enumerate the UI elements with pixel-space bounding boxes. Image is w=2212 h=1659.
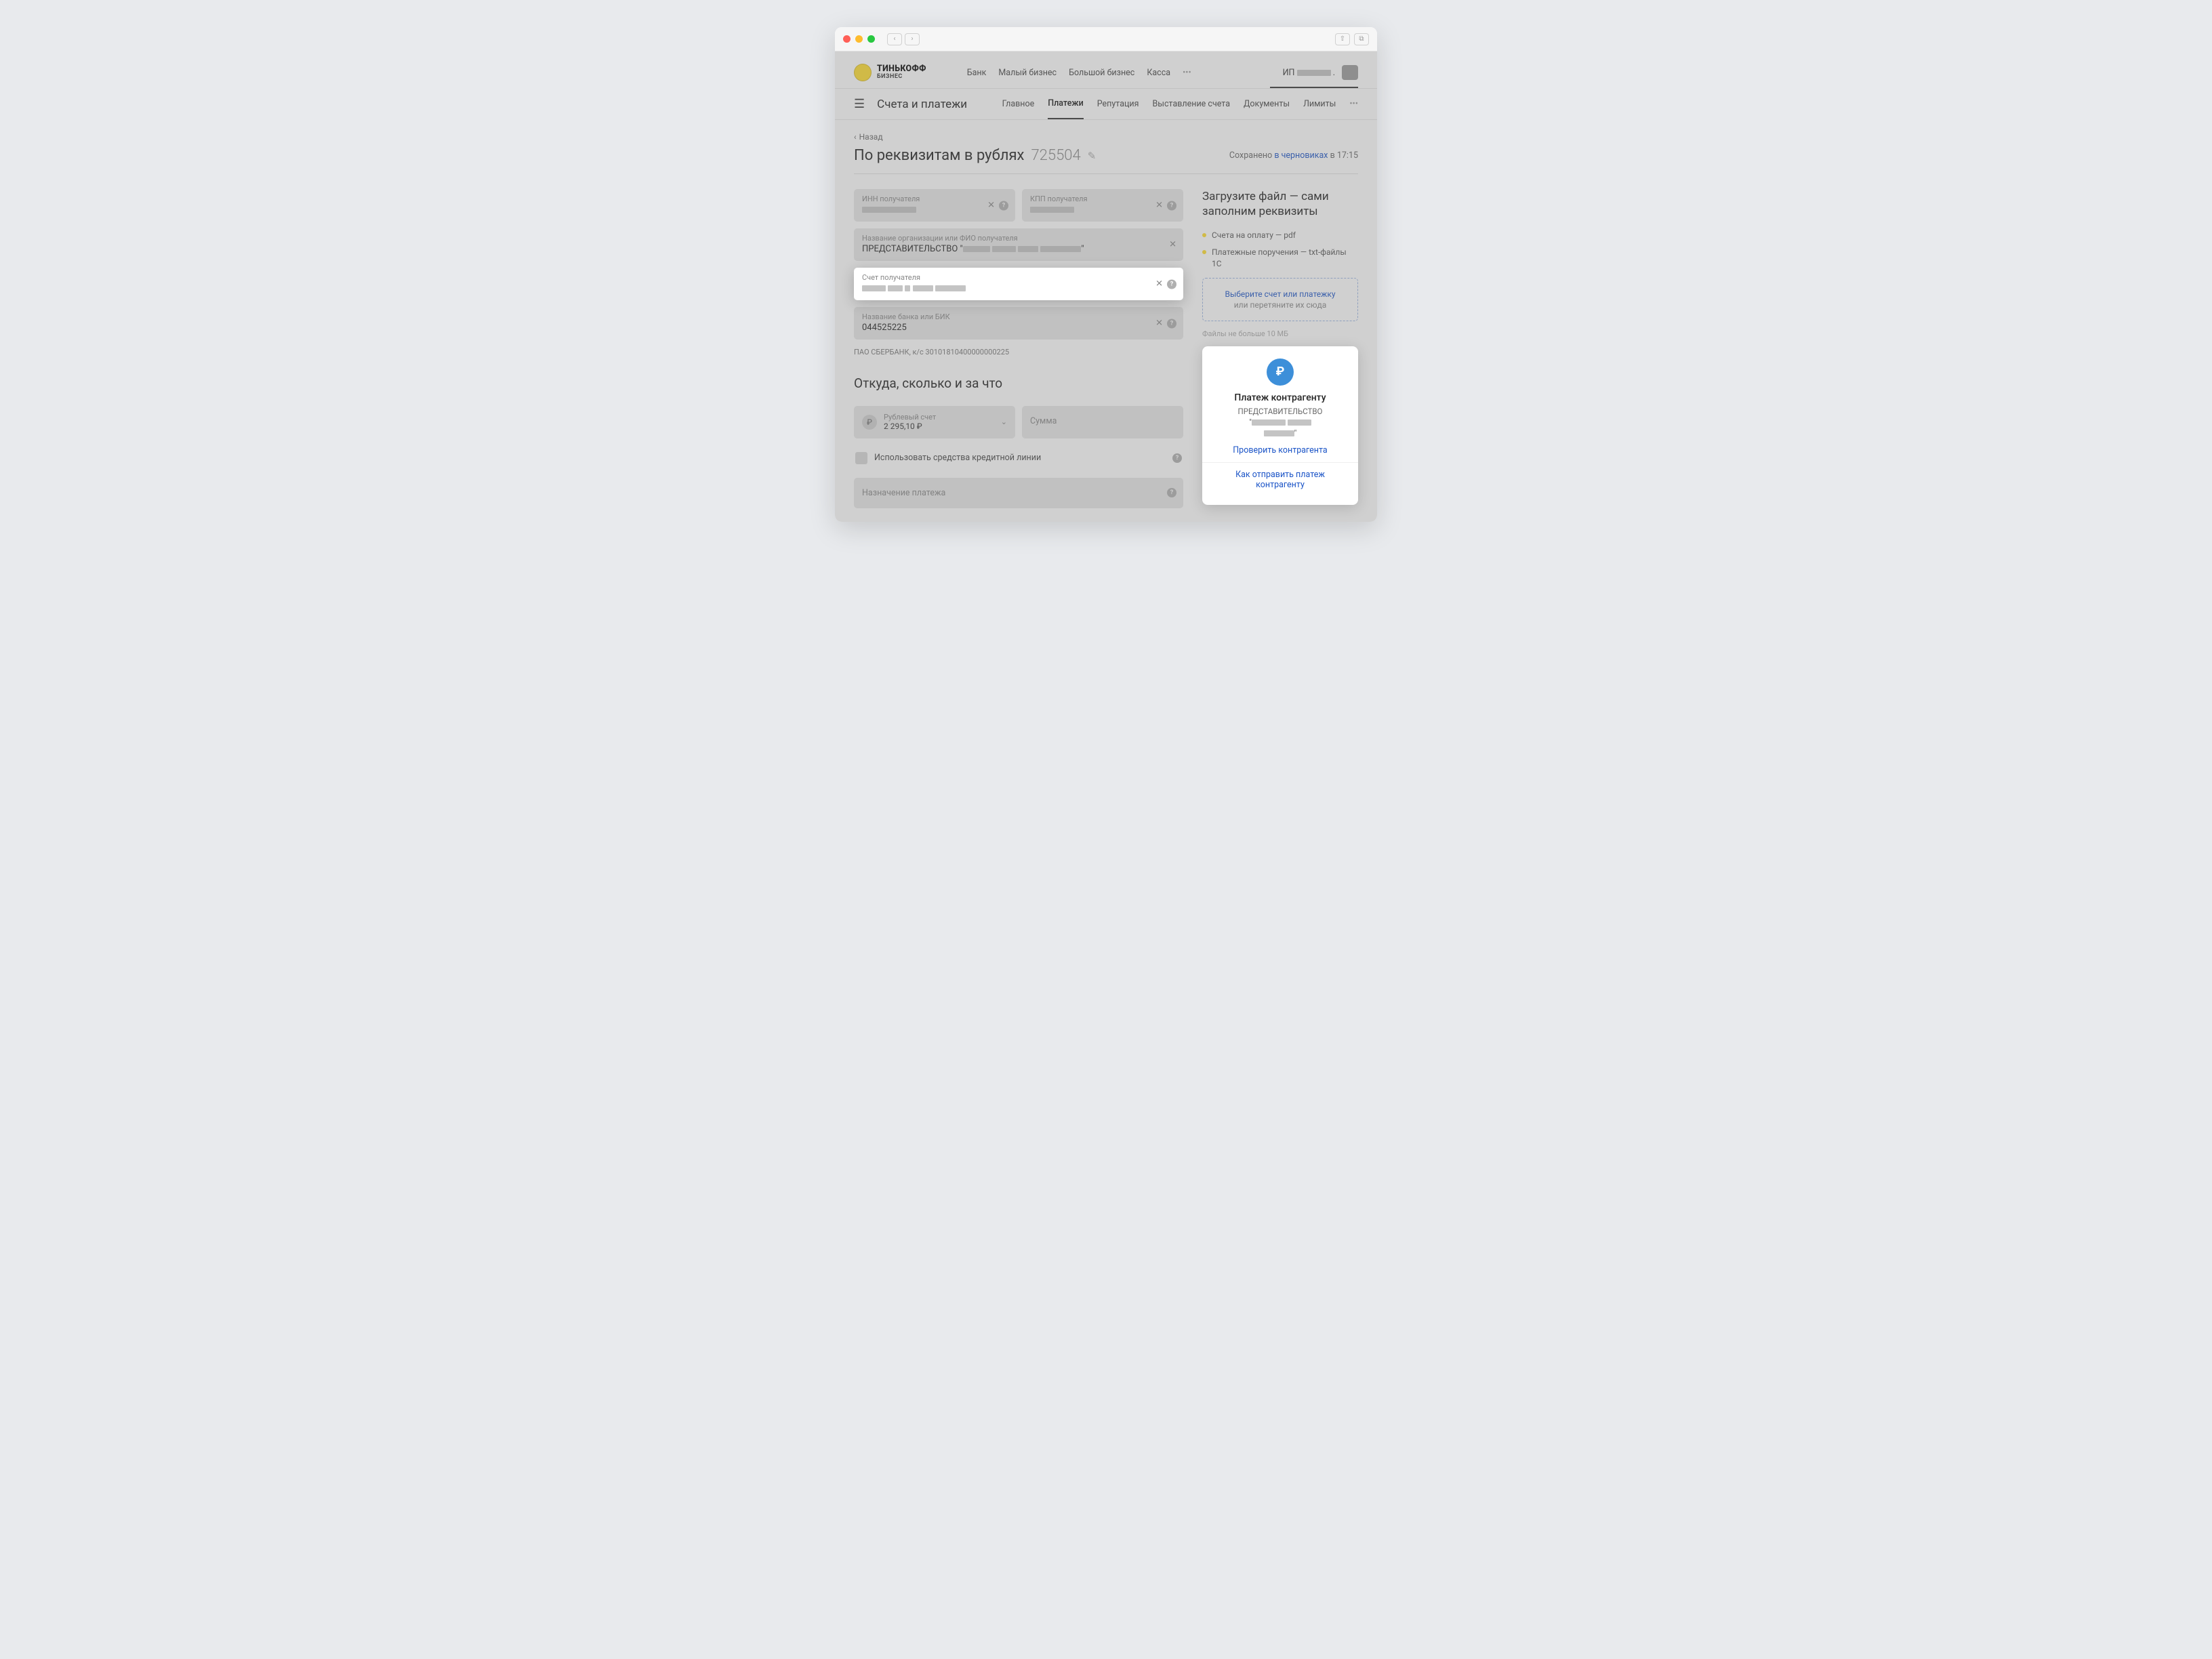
counterparty-card: ₽ Платеж контрагенту ПРЕДСТАВИТЕЛЬСТВО "… bbox=[1202, 346, 1358, 505]
source-account-select[interactable]: ₽ Рублевый счет 2 295,10 ₽ ⌄ bbox=[854, 406, 1015, 438]
help-icon[interactable]: ? bbox=[1167, 201, 1176, 210]
window-titlebar: ‹ › ⇧ ⧉ bbox=[835, 27, 1377, 52]
org-field[interactable]: Название организации или ФИО получателя … bbox=[854, 228, 1183, 261]
logo-main: ТИНЬКОФФ bbox=[877, 65, 926, 74]
logo-icon bbox=[854, 64, 872, 81]
logo-sub: БИЗНЕС bbox=[877, 74, 926, 80]
clear-icon[interactable]: ✕ bbox=[1169, 240, 1176, 250]
nav-bank[interactable]: Банк bbox=[967, 68, 987, 78]
section2-title: Откуда, сколько и за что bbox=[854, 375, 1183, 391]
user-menu-icon[interactable] bbox=[1342, 65, 1358, 80]
tabs-icon[interactable]: ⧉ bbox=[1354, 33, 1369, 45]
subheader: ☰ Счета и платежи Главное Платежи Репута… bbox=[835, 88, 1377, 120]
how-to-send-link[interactable]: Как отправить платеж контрагенту bbox=[1212, 470, 1349, 490]
nav-more-icon[interactable]: ••• bbox=[1183, 68, 1191, 78]
close-window-icon[interactable] bbox=[843, 35, 851, 43]
checkbox-icon bbox=[855, 452, 867, 464]
subnav-invoice[interactable]: Выставление счета bbox=[1153, 99, 1231, 109]
maximize-window-icon[interactable] bbox=[867, 35, 875, 43]
drafts-link[interactable]: в черновиках bbox=[1274, 150, 1328, 161]
help-icon[interactable]: ? bbox=[1167, 488, 1176, 497]
back-link[interactable]: ‹ Назад bbox=[854, 132, 1358, 142]
nav-small-biz[interactable]: Малый бизнес bbox=[998, 68, 1057, 78]
app-header: ТИНЬКОФФ БИЗНЕС Банк Малый бизнес Большо… bbox=[835, 52, 1377, 91]
account-field[interactable]: Счет получателя ✕ ? bbox=[854, 268, 1183, 300]
clear-icon[interactable]: ✕ bbox=[1155, 279, 1163, 289]
subnav-limits[interactable]: Лимиты bbox=[1303, 99, 1336, 109]
top-nav: Банк Малый бизнес Большой бизнес Касса •… bbox=[967, 68, 1191, 78]
logo[interactable]: ТИНЬКОФФ БИЗНЕС bbox=[854, 64, 926, 81]
subnav-payments[interactable]: Платежи bbox=[1048, 98, 1083, 119]
clear-icon[interactable]: ✕ bbox=[1155, 201, 1163, 211]
clear-icon[interactable]: ✕ bbox=[987, 201, 995, 211]
page-title: По реквизитам в рублях 725504 ✎ bbox=[854, 147, 1096, 164]
chevron-down-icon: ⌄ bbox=[1001, 417, 1007, 426]
user-label[interactable]: ИП . bbox=[1283, 68, 1335, 78]
credit-line-checkbox[interactable]: Использовать средства кредитной линии ? bbox=[854, 445, 1183, 471]
subnav-main[interactable]: Главное bbox=[1002, 99, 1035, 109]
menu-icon[interactable]: ☰ bbox=[854, 97, 865, 111]
help-icon[interactable]: ? bbox=[1172, 453, 1182, 463]
share-icon[interactable]: ⇧ bbox=[1335, 33, 1350, 45]
subnav-reputation[interactable]: Репутация bbox=[1097, 99, 1139, 109]
clear-icon[interactable]: ✕ bbox=[1155, 319, 1163, 329]
verify-counterparty-link[interactable]: Проверить контрагента bbox=[1212, 445, 1349, 455]
bullet-pdf: Счета на оплату — pdf bbox=[1202, 230, 1358, 241]
edit-icon[interactable]: ✎ bbox=[1088, 150, 1097, 162]
ruble-icon: ₽ bbox=[862, 415, 877, 430]
file-size-note: Файлы не больше 10 МБ bbox=[1202, 329, 1358, 338]
card-org: ПРЕДСТАВИТЕЛЬСТВО " " bbox=[1212, 406, 1349, 438]
minimize-window-icon[interactable] bbox=[855, 35, 863, 43]
ruble-badge-icon: ₽ bbox=[1267, 359, 1294, 386]
upload-title: Загрузите файл — сами заполним реквизиты bbox=[1202, 189, 1358, 219]
help-icon[interactable]: ? bbox=[1167, 279, 1176, 289]
forward-arrow-icon[interactable]: › bbox=[905, 33, 920, 45]
chevron-left-icon: ‹ bbox=[854, 132, 857, 142]
saved-info: Сохранено в черновиках в 17:15 bbox=[1229, 150, 1358, 161]
subnav-more-icon[interactable]: ••• bbox=[1349, 99, 1358, 109]
subnav-docs[interactable]: Документы bbox=[1244, 99, 1290, 109]
kpp-field[interactable]: КПП получателя ✕ ? bbox=[1022, 189, 1183, 222]
purpose-field[interactable]: Назначение платежа ? bbox=[854, 478, 1183, 508]
section-title: Счета и платежи bbox=[877, 98, 967, 111]
help-icon[interactable]: ? bbox=[1167, 319, 1176, 328]
nav-big-biz[interactable]: Большой бизнес bbox=[1069, 68, 1134, 78]
file-dropzone[interactable]: Выберите счет или платежку или перетянит… bbox=[1202, 278, 1358, 321]
help-icon[interactable]: ? bbox=[999, 201, 1008, 210]
bullet-txt: Платежные поручения — txt-файлы 1С bbox=[1202, 247, 1358, 270]
nav-kassa[interactable]: Касса bbox=[1147, 68, 1170, 78]
bank-field[interactable]: Название банка или БИК 044525225 ✕ ? bbox=[854, 307, 1183, 340]
bank-info-line: ПАО СБЕРБАНК, к/с 30101810400000000225 bbox=[854, 348, 1183, 356]
sum-field[interactable]: Сумма bbox=[1022, 406, 1183, 438]
back-arrow-icon[interactable]: ‹ bbox=[887, 33, 902, 45]
inn-field[interactable]: ИНН получателя ✕ ? bbox=[854, 189, 1015, 222]
